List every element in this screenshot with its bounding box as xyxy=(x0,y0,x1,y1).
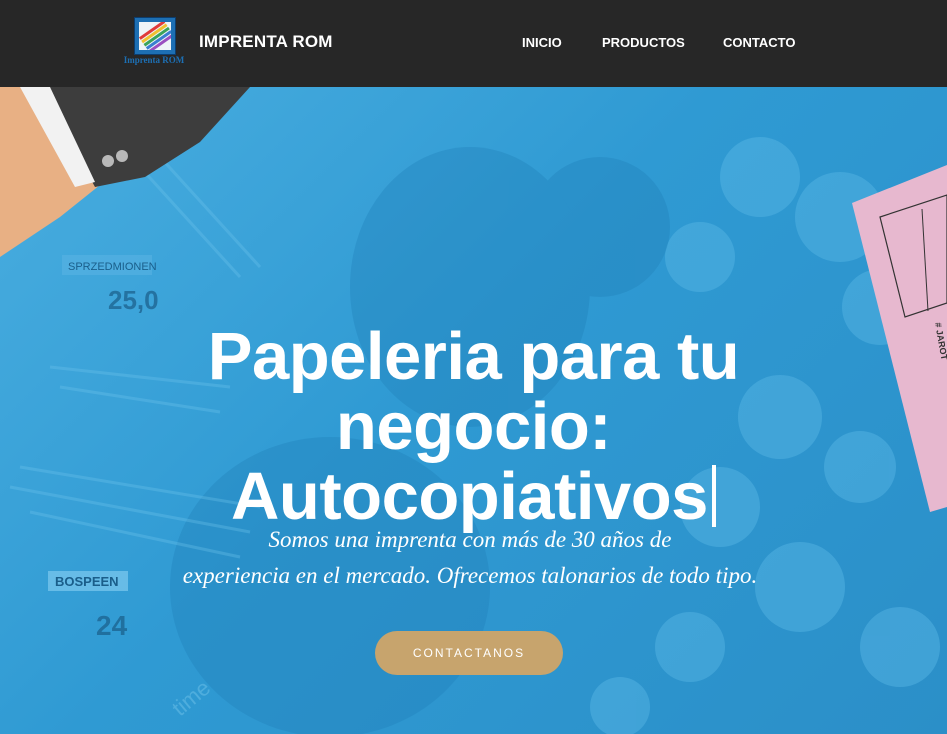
hand-arm-illustration xyxy=(0,87,250,257)
price-sign-2: BOSPEEN 24 xyxy=(48,571,128,641)
nav-link-contacto[interactable]: CONTACTO xyxy=(723,35,795,50)
hero-headline: Papeleria para tu negocio: Autocopiativo… xyxy=(0,318,947,532)
contact-cta-button[interactable]: CONTACTANOS xyxy=(375,631,563,675)
logo[interactable]: Imprenta ROM xyxy=(121,15,187,69)
svg-text:24: 24 xyxy=(96,610,128,641)
svg-text:SPRZEDMIONEN: SPRZEDMIONEN xyxy=(68,261,157,273)
subtitle-line-2: experiencia en el mercado. Ofrecemos tal… xyxy=(182,563,758,588)
price-sign-1: SPRZEDMIONEN 25,0 xyxy=(62,255,159,315)
logo-caption: Imprenta ROM xyxy=(123,55,185,65)
hero-subtitle: Somos una imprenta con más de 30 años de… xyxy=(120,522,820,594)
logo-icon xyxy=(134,17,176,55)
brand-name[interactable]: IMPRENTA ROM xyxy=(199,32,333,52)
headline-line-2: negocio: xyxy=(335,388,612,464)
svg-text:BOSPEEN: BOSPEEN xyxy=(55,574,119,589)
nav-link-productos[interactable]: PRODUCTOS xyxy=(602,35,685,50)
navbar: Imprenta ROM IMPRENTA ROM INICIO PRODUCT… xyxy=(0,0,947,87)
text-cursor-icon xyxy=(711,464,716,527)
headline-line-1: Papeleria para tu xyxy=(207,318,740,394)
nav-link-inicio[interactable]: INICIO xyxy=(522,35,562,50)
subtitle-line-1: Somos una imprenta con más de 30 años de xyxy=(268,527,672,552)
hero-section: SPRZEDMIONEN 25,0 BOSPEEN 24 time # JARO… xyxy=(0,87,947,734)
svg-text:25,0: 25,0 xyxy=(108,285,159,315)
